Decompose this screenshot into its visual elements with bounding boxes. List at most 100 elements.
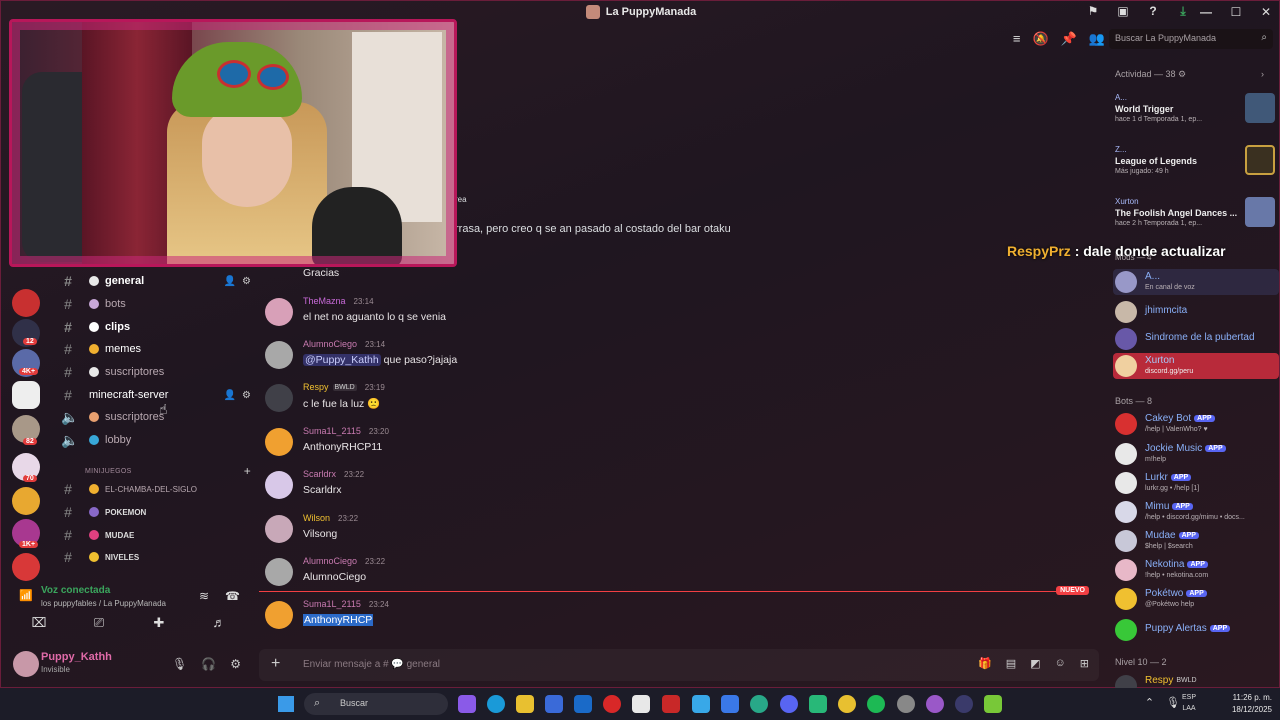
taskbar-search[interactable]: ⌕ Buscar bbox=[304, 693, 448, 715]
chrome-icon[interactable] bbox=[838, 695, 856, 713]
language-indicator[interactable]: ESP LAA bbox=[1182, 692, 1196, 714]
voice-channel-path[interactable]: los puppyfables / La PuppyManada bbox=[41, 599, 166, 608]
mute-icon[interactable]: 🔕 bbox=[1032, 31, 1048, 47]
spotify-icon[interactable] bbox=[867, 695, 885, 713]
member-item[interactable]: Respy BWLD bbox=[1113, 673, 1279, 689]
soundboard-icon[interactable]: ♬ bbox=[197, 615, 241, 637]
sticker-icon[interactable]: ◩ bbox=[1030, 657, 1040, 670]
activity-header[interactable]: Actividad — 38 ⚙ › bbox=[1115, 69, 1264, 80]
avatar[interactable] bbox=[265, 341, 293, 369]
app-icon[interactable] bbox=[632, 695, 650, 713]
member-item[interactable]: Sindrome de la pubertad bbox=[1113, 326, 1279, 352]
member-item[interactable]: Pokétwo APP @Pokétwo help bbox=[1113, 586, 1279, 612]
server-icon[interactable] bbox=[12, 487, 40, 515]
message-author[interactable]: Suma1L_2115 bbox=[303, 599, 361, 609]
channel-el-chamba-del-siglo[interactable]: # EL-CHAMBA-DEL-SIGLO bbox=[61, 479, 251, 499]
message-author[interactable]: Respy bbox=[303, 382, 329, 392]
message-author[interactable]: AlumnoCiego bbox=[303, 339, 357, 349]
close-icon[interactable]: ✕ bbox=[1251, 5, 1280, 19]
message-author[interactable]: Wilson bbox=[303, 513, 330, 523]
pin-icon[interactable]: 📌 bbox=[1061, 31, 1077, 47]
avatar[interactable] bbox=[265, 515, 293, 543]
windows-start-icon[interactable] bbox=[278, 696, 294, 712]
member-item[interactable]: Puppy Alertas APP bbox=[1113, 617, 1279, 643]
emoji-icon[interactable]: ☺ bbox=[1055, 657, 1066, 670]
download-icon[interactable]: ⤓ bbox=[1175, 3, 1191, 19]
noise-icon[interactable]: ≋ bbox=[199, 589, 209, 603]
camera-off-icon[interactable]: ⌧ bbox=[17, 615, 61, 637]
message-composer[interactable]: + Enviar mensaje a # 💬 general 🎁 ▤ ◩ ☺ ⊞ bbox=[259, 649, 1099, 681]
channel-clips[interactable]: # clips bbox=[61, 317, 251, 337]
channel-mudae[interactable]: # MUDAE bbox=[61, 525, 251, 545]
store-icon[interactable] bbox=[545, 695, 563, 713]
gift-icon[interactable]: 🎁 bbox=[978, 657, 992, 670]
file-explorer-icon[interactable] bbox=[516, 695, 534, 713]
add-attachment-icon[interactable]: + bbox=[271, 655, 280, 673]
members-icon[interactable]: 👥 bbox=[1089, 31, 1105, 47]
avatar[interactable] bbox=[265, 601, 293, 629]
member-item[interactable]: jhimmcita bbox=[1113, 299, 1279, 325]
message-author[interactable]: Suma1L_2115 bbox=[303, 426, 361, 436]
invite-icon[interactable]: 👤 bbox=[224, 390, 236, 401]
disconnect-icon[interactable]: ☎ bbox=[225, 589, 240, 603]
category-minijuegos[interactable]: MINIJUEGOS + bbox=[61, 461, 251, 481]
activity-item[interactable]: A... World Trigger hace 1 d Temporada 1,… bbox=[1115, 93, 1275, 141]
avatar[interactable] bbox=[265, 471, 293, 499]
activities-icon[interactable]: ✚ bbox=[137, 615, 181, 637]
app-icon[interactable] bbox=[721, 695, 739, 713]
search-input[interactable]: Buscar La PuppyManada ⌕ bbox=[1109, 29, 1273, 49]
member-item[interactable]: Lurkr APP lurkr.gg • /help [1] bbox=[1113, 470, 1279, 496]
message-author[interactable]: Scarldrx bbox=[303, 469, 336, 479]
gear-icon[interactable]: ⚙ bbox=[230, 657, 241, 671]
member-item[interactable]: A... En canal de voz bbox=[1113, 269, 1279, 295]
app-icon[interactable] bbox=[692, 695, 710, 713]
channel-suscriptores[interactable]: # suscriptores bbox=[61, 362, 251, 382]
activity-item[interactable]: Z... League of Legends Más jugado: 49 h bbox=[1115, 145, 1275, 193]
channel-bots[interactable]: # bots bbox=[61, 294, 251, 314]
settings-icon[interactable] bbox=[897, 695, 915, 713]
member-item[interactable]: Mimu APP /help • discord.gg/mimu • docs..… bbox=[1113, 499, 1279, 525]
add-channel-icon[interactable]: + bbox=[244, 464, 251, 478]
help-icon[interactable]: ? bbox=[1145, 3, 1161, 19]
flag-icon[interactable]: ⚑ bbox=[1085, 3, 1101, 19]
member-item[interactable]: Xurton discord.gg/peru bbox=[1113, 353, 1279, 379]
avatar[interactable] bbox=[265, 384, 293, 412]
edge-icon[interactable] bbox=[487, 695, 505, 713]
channel-niveles[interactable]: # NIVELES bbox=[61, 547, 251, 567]
chevron-right-icon[interactable]: › bbox=[1261, 69, 1264, 79]
app-icon[interactable] bbox=[984, 695, 1002, 713]
mic-icon[interactable]: 🎙 bbox=[1166, 696, 1180, 709]
channel-pokemon[interactable]: # POKEMON bbox=[61, 502, 251, 522]
invite-icon[interactable]: 👤 bbox=[224, 276, 236, 287]
gear-icon[interactable]: ⚙ bbox=[242, 276, 251, 287]
inbox-icon[interactable]: ▣ bbox=[1115, 3, 1131, 19]
gear-icon[interactable]: ⚙ bbox=[242, 390, 251, 401]
avatar[interactable] bbox=[265, 298, 293, 326]
message-author[interactable]: TheMazna bbox=[303, 296, 346, 306]
app-icon[interactable] bbox=[926, 695, 944, 713]
clock[interactable]: 11:26 p. m. 18/12/2025 bbox=[1232, 692, 1272, 716]
voice-channel-suscriptores[interactable]: 🔈 suscriptores bbox=[61, 407, 251, 427]
message-author[interactable]: AlumnoCiego bbox=[303, 556, 357, 566]
headphones-icon[interactable]: 🎧 bbox=[201, 657, 216, 671]
outlook-icon[interactable] bbox=[574, 695, 592, 713]
activity-item[interactable]: Xurton The Foolish Angel Dances ... hace… bbox=[1115, 197, 1275, 245]
member-item[interactable]: Nekotina APP !help • nekotina.com bbox=[1113, 557, 1279, 583]
member-item[interactable]: Mudae APP $help | $search bbox=[1113, 528, 1279, 554]
voice-channel-lobby[interactable]: 🔈 lobby bbox=[61, 430, 251, 450]
mic-icon[interactable]: 🎙 bbox=[172, 657, 187, 671]
discord-icon[interactable] bbox=[780, 695, 798, 713]
app-icon[interactable] bbox=[809, 695, 827, 713]
channel-minecraft-server[interactable]: # minecraft-server 👤 ⚙ bbox=[61, 385, 251, 405]
member-item[interactable]: Jockie Music APP m!help bbox=[1113, 441, 1279, 467]
member-item[interactable]: Cakey Bot APP /help | ValenWho? ♥ bbox=[1113, 411, 1279, 437]
app-icon[interactable] bbox=[662, 695, 680, 713]
channel-general[interactable]: # general 👤 ⚙ bbox=[61, 271, 251, 291]
server-icon[interactable] bbox=[12, 553, 40, 581]
gif-icon[interactable]: ▤ bbox=[1006, 657, 1016, 670]
maximize-icon[interactable]: ☐ bbox=[1221, 5, 1251, 19]
screen-share-icon[interactable]: ⎚ bbox=[77, 615, 121, 637]
channel-memes[interactable]: # memes bbox=[61, 339, 251, 359]
avatar[interactable] bbox=[265, 428, 293, 456]
server-icon[interactable] bbox=[12, 289, 40, 317]
